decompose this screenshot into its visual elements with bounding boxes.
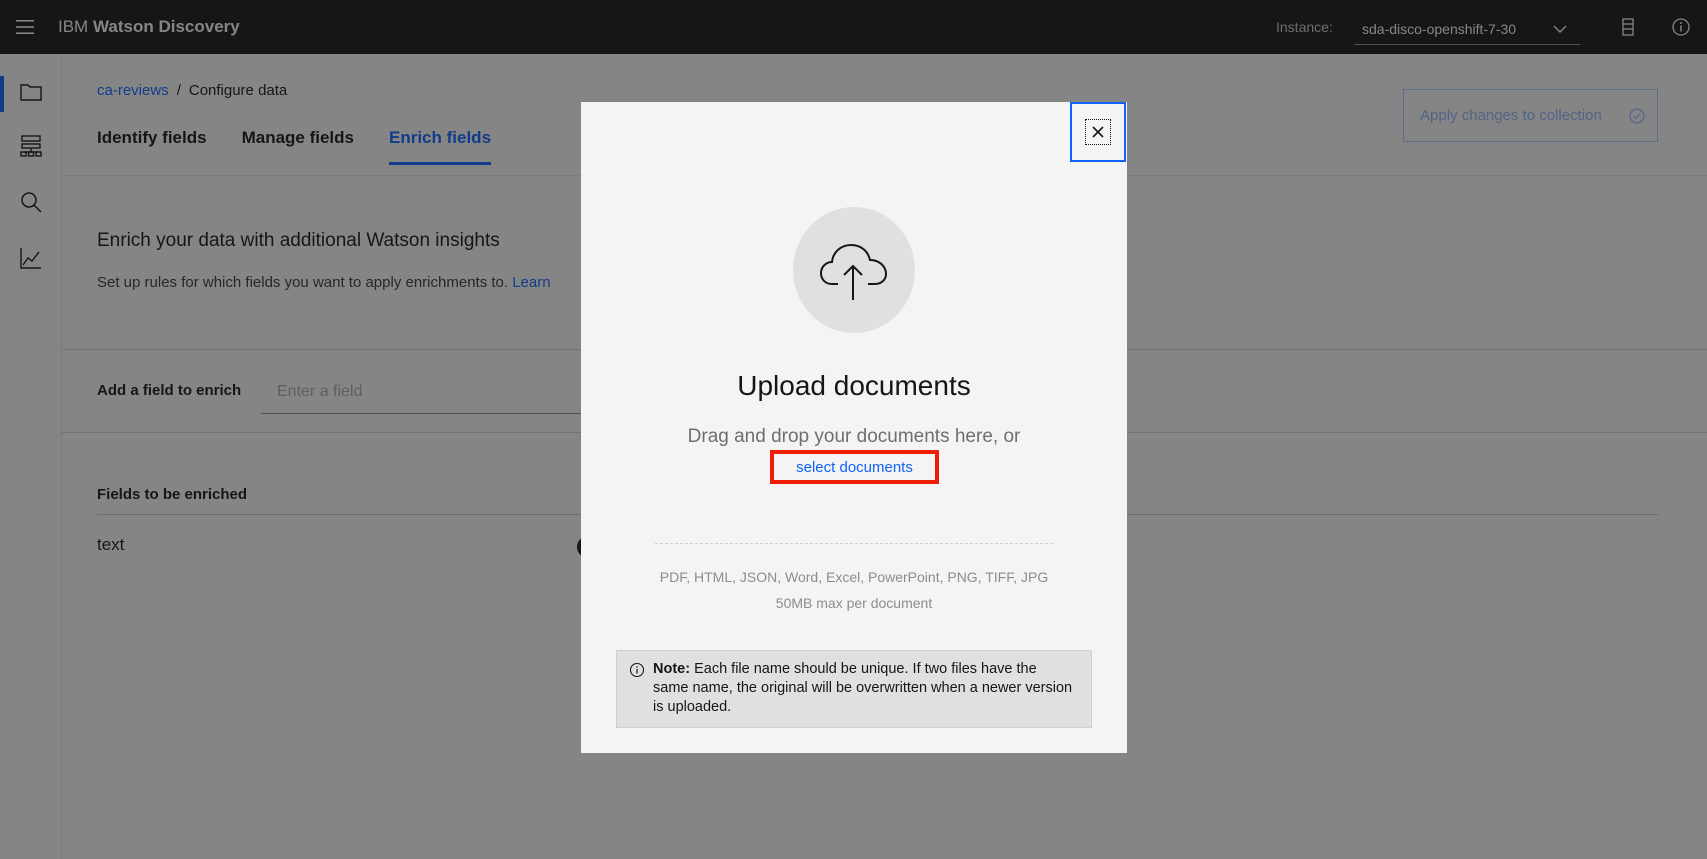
supported-formats: PDF, HTML, JSON, Word, Excel, PowerPoint… xyxy=(659,569,1049,585)
note-notification: Note: Each file name should be unique. I… xyxy=(616,650,1092,728)
drop-zone-divider xyxy=(655,543,1053,544)
information-icon xyxy=(629,662,645,678)
cloud-upload-icon xyxy=(819,243,888,300)
select-documents-label: select documents xyxy=(796,458,913,476)
note-body: Each file name should be unique. If two … xyxy=(653,661,1073,715)
close-icon xyxy=(1092,126,1104,138)
note-label: Note: xyxy=(653,661,691,677)
close-focus-ring xyxy=(1085,119,1111,145)
upload-illustration xyxy=(793,207,915,333)
note-text-block: Note: Each file name should be unique. I… xyxy=(653,660,1073,717)
drag-drop-text: Drag and drop your documents here, or xyxy=(687,426,1021,447)
select-documents-link[interactable]: select documents xyxy=(770,450,939,484)
upload-documents-modal: Upload documents Drag and drop your docu… xyxy=(581,102,1127,753)
max-size-text: 50MB max per document xyxy=(775,595,933,611)
modal-title: Upload documents xyxy=(737,370,971,401)
close-button[interactable] xyxy=(1070,102,1126,162)
